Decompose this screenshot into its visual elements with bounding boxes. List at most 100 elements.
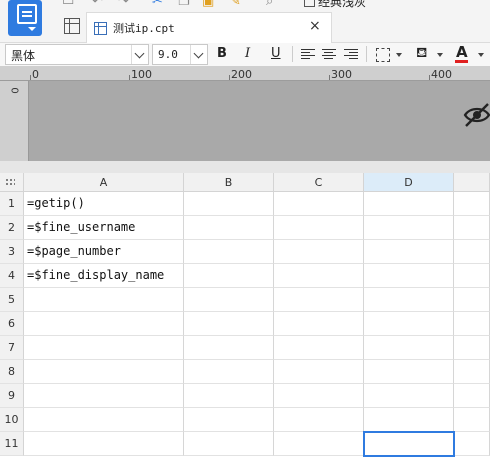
cell-c6[interactable] xyxy=(274,312,364,336)
cell-b7[interactable] xyxy=(184,336,274,360)
cell-e8[interactable] xyxy=(454,360,490,384)
cell-d8[interactable] xyxy=(364,360,454,384)
cell-a10[interactable] xyxy=(24,408,184,432)
cell-c7[interactable] xyxy=(274,336,364,360)
cell-d7[interactable] xyxy=(364,336,454,360)
cell-a1[interactable]: =getip() xyxy=(24,192,184,216)
cell-c9[interactable] xyxy=(274,384,364,408)
cell-b2[interactable] xyxy=(184,216,274,240)
align-left-button[interactable] xyxy=(301,49,315,60)
classic-mode-label[interactable]: 经典浅灰 xyxy=(318,0,366,10)
chevron-down-icon[interactable] xyxy=(478,53,484,57)
cell-d11[interactable] xyxy=(364,432,454,456)
select-all-corner[interactable] xyxy=(0,173,24,192)
cell-a5[interactable] xyxy=(24,288,184,312)
app-menu-button[interactable] xyxy=(8,0,42,36)
cell-b8[interactable] xyxy=(184,360,274,384)
align-center-button[interactable] xyxy=(322,49,336,60)
cell-a7[interactable] xyxy=(24,336,184,360)
preview-icon[interactable]: ⌕ xyxy=(266,0,273,9)
cell-d3[interactable] xyxy=(364,240,454,264)
cell-c1[interactable] xyxy=(274,192,364,216)
font-family-select[interactable]: 黑体 xyxy=(5,44,149,65)
cell-e6[interactable] xyxy=(454,312,490,336)
cell-c11[interactable] xyxy=(274,432,364,456)
format-painter-icon[interactable]: ✎ xyxy=(230,0,241,9)
undo-icon[interactable]: ↶ xyxy=(92,0,103,9)
border-icon[interactable] xyxy=(376,48,390,62)
cell-e5[interactable] xyxy=(454,288,490,312)
cell-e3[interactable] xyxy=(454,240,490,264)
column-header-e[interactable] xyxy=(454,173,490,192)
cell-d2[interactable] xyxy=(364,216,454,240)
italic-button[interactable]: I xyxy=(245,46,250,61)
cell-e7[interactable] xyxy=(454,336,490,360)
cell-c4[interactable] xyxy=(274,264,364,288)
cell-b4[interactable] xyxy=(184,264,274,288)
chevron-down-icon[interactable] xyxy=(396,53,402,57)
cell-b3[interactable] xyxy=(184,240,274,264)
cell-a11[interactable] xyxy=(24,432,184,456)
cell-e2[interactable] xyxy=(454,216,490,240)
classic-mode-checkbox[interactable] xyxy=(304,0,315,7)
cell-b5[interactable] xyxy=(184,288,274,312)
cell-c2[interactable] xyxy=(274,216,364,240)
cell-e9[interactable] xyxy=(454,384,490,408)
copy-icon[interactable]: ❐ xyxy=(178,0,190,9)
close-icon[interactable]: × xyxy=(309,18,321,34)
cell-e11[interactable] xyxy=(454,432,490,456)
tab-file[interactable]: 测试ip.cpt × xyxy=(86,12,332,43)
row-header[interactable]: 9 xyxy=(0,384,24,408)
cell-a2[interactable]: =$fine_username xyxy=(24,216,184,240)
cell-grid-icon[interactable] xyxy=(64,18,80,34)
cell-e1[interactable] xyxy=(454,192,490,216)
row-header[interactable]: 2 xyxy=(0,216,24,240)
cut-icon[interactable]: ✂ xyxy=(152,0,163,9)
bold-button[interactable]: B xyxy=(217,46,227,61)
cell-c5[interactable] xyxy=(274,288,364,312)
redo-icon[interactable]: ↷ xyxy=(118,0,129,9)
row-header[interactable]: 1 xyxy=(0,192,24,216)
cell-c3[interactable] xyxy=(274,240,364,264)
align-right-button[interactable] xyxy=(344,49,358,60)
column-header-d[interactable]: D xyxy=(364,173,454,192)
cell-a3[interactable]: =$page_number xyxy=(24,240,184,264)
page-header-area[interactable] xyxy=(28,81,490,161)
row-header[interactable]: 11 xyxy=(0,432,24,456)
chevron-down-icon[interactable] xyxy=(131,45,148,64)
template-icon[interactable]: ▭ xyxy=(62,0,74,9)
cell-a9[interactable] xyxy=(24,384,184,408)
cell-b1[interactable] xyxy=(184,192,274,216)
cell-d6[interactable] xyxy=(364,312,454,336)
cell-a4[interactable]: =$fine_display_name xyxy=(24,264,184,288)
fill-color-icon[interactable]: ⛾ xyxy=(416,45,427,63)
cell-b11[interactable] xyxy=(184,432,274,456)
font-color-button[interactable]: A xyxy=(456,43,468,61)
hidden-eye-icon[interactable] xyxy=(462,102,490,128)
cell-d5[interactable] xyxy=(364,288,454,312)
chevron-down-icon[interactable] xyxy=(437,53,443,57)
row-header[interactable]: 6 xyxy=(0,312,24,336)
cell-e10[interactable] xyxy=(454,408,490,432)
font-size-select[interactable]: 9.0 xyxy=(152,44,208,65)
column-header-b[interactable]: B xyxy=(184,173,274,192)
row-header[interactable]: 8 xyxy=(0,360,24,384)
cell-b10[interactable] xyxy=(184,408,274,432)
cell-a8[interactable] xyxy=(24,360,184,384)
column-header-a[interactable]: A xyxy=(24,173,184,192)
cell-c8[interactable] xyxy=(274,360,364,384)
cell-d9[interactable] xyxy=(364,384,454,408)
cell-c10[interactable] xyxy=(274,408,364,432)
row-header[interactable]: 10 xyxy=(0,408,24,432)
row-header[interactable]: 4 xyxy=(0,264,24,288)
underline-button[interactable]: U xyxy=(271,46,281,61)
cell-b9[interactable] xyxy=(184,384,274,408)
cell-a6[interactable] xyxy=(24,312,184,336)
cell-d4[interactable] xyxy=(364,264,454,288)
chevron-down-icon[interactable] xyxy=(190,45,207,64)
column-header-c[interactable]: C xyxy=(274,173,364,192)
cell-d10[interactable] xyxy=(364,408,454,432)
cell-e4[interactable] xyxy=(454,264,490,288)
row-header[interactable]: 5 xyxy=(0,288,24,312)
paste-icon[interactable]: ▣ xyxy=(202,0,214,9)
